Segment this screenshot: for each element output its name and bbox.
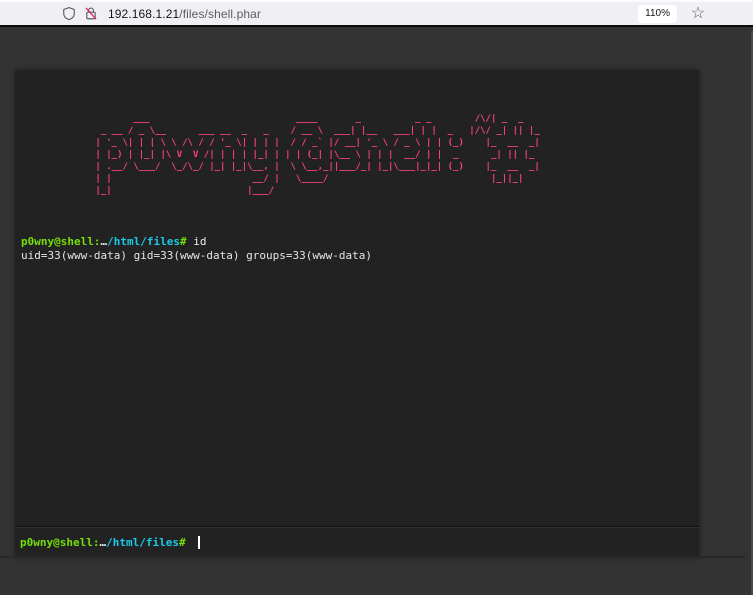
history-prompt-line: p0wny@shell:…/html/files# id [20, 235, 694, 249]
input-prompt-user-host: p0wny@shell: [20, 536, 99, 549]
input-prompt-hash: # [179, 536, 192, 549]
executed-command: id [193, 235, 206, 248]
command-history: p0wny@shell:…/html/files# id uid=33(www-… [20, 235, 694, 263]
url-display[interactable]: 192.168.1.21/files/shell.phar [108, 7, 638, 21]
bookmark-star-icon[interactable]: ☆ [687, 3, 709, 25]
p0wny-shell-panel: ___ ____ _ _ _ /\/| _ _ _ __ / _ \__ ___… [15, 70, 699, 557]
prompt-user-host: p0wny@shell: [21, 235, 100, 248]
browser-url-bar[interactable]: 192.168.1.21/files/shell.phar 110% ☆ [0, 0, 753, 27]
command-output: uid=33(www-data) gid=33(www-data) groups… [20, 249, 694, 263]
webpage-background: ___ ____ _ _ _ /\/| _ _ _ __ / _ \__ ___… [0, 31, 753, 595]
zoom-level-badge[interactable]: 110% [638, 5, 677, 23]
shell-ascii-logo: ___ ____ _ _ _ /\/| _ _ _ __ / _ \__ ___… [90, 113, 694, 197]
command-input[interactable] [198, 528, 694, 557]
shell-input-row: p0wny@shell:…/html/files# [15, 527, 699, 557]
shell-output-area: ___ ____ _ _ _ /\/| _ _ _ __ / _ \__ ___… [15, 70, 699, 527]
input-prompt-path: /html/files [106, 536, 179, 549]
url-path: /files/shell.phar [179, 7, 261, 21]
url-host: 192.168.1.21 [108, 7, 179, 21]
text-cursor [198, 536, 200, 549]
tracking-protection-shield-icon[interactable] [58, 3, 80, 25]
prompt-hash: # [180, 235, 193, 248]
page-divider-line [0, 556, 745, 558]
input-prompt-label: p0wny@shell:…/html/files# [20, 536, 192, 549]
prompt-path: /html/files [107, 235, 180, 248]
insecure-lock-icon[interactable] [80, 3, 102, 25]
